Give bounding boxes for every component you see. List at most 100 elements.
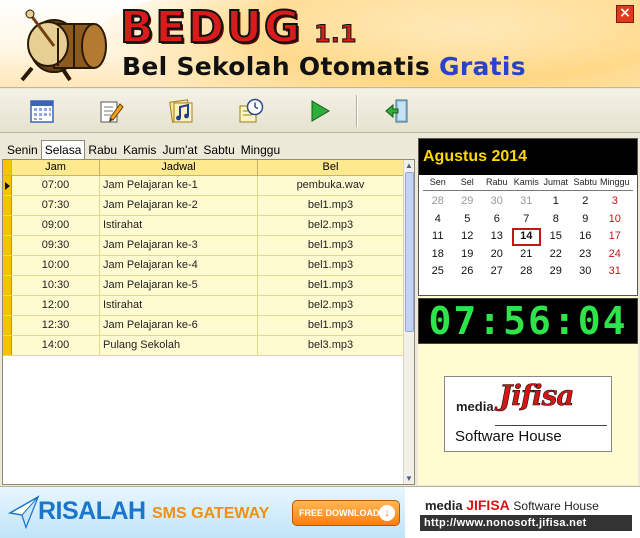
cell-bel[interactable]: bel1.mp3 xyxy=(258,236,404,255)
calendar-day[interactable]: 9 xyxy=(571,211,601,229)
calendar-button[interactable] xyxy=(27,96,57,126)
calendar-day[interactable]: 30 xyxy=(482,193,512,211)
col-header-jadwal[interactable]: Jadwal xyxy=(100,160,258,175)
cell-bel[interactable]: bel3.mp3 xyxy=(258,336,404,355)
table-row[interactable]: 07:30 Jam Pelajaran ke-2 bel1.mp3 xyxy=(3,196,404,216)
company-ad[interactable]: media JIFISA Software House http://www.n… xyxy=(405,487,640,538)
cell-jadwal[interactable]: Jam Pelajaran ke-5 xyxy=(100,276,258,295)
cell-bel[interactable]: bel1.mp3 xyxy=(258,276,404,295)
calendar-day[interactable]: 29 xyxy=(453,193,483,211)
calendar-day[interactable]: 16 xyxy=(571,228,601,246)
cell-jam[interactable]: 09:30 xyxy=(12,236,100,255)
table-row[interactable]: 09:00 Istirahat bel2.mp3 xyxy=(3,216,404,236)
calendar-day[interactable]: 25 xyxy=(423,263,453,281)
cell-jadwal[interactable]: Jam Pelajaran ke-4 xyxy=(100,256,258,275)
cell-jadwal[interactable]: Istirahat xyxy=(100,216,258,235)
calendar-day[interactable]: 6 xyxy=(482,211,512,229)
table-row[interactable]: 12:00 Istirahat bel2.mp3 xyxy=(3,296,404,316)
cell-jam[interactable]: 10:30 xyxy=(12,276,100,295)
cell-jadwal[interactable]: Jam Pelajaran ke-3 xyxy=(100,236,258,255)
calendar-day[interactable]: 10 xyxy=(600,211,630,229)
calendar-day[interactable]: 28 xyxy=(423,193,453,211)
table-row[interactable]: 14:00 Pulang Sekolah bel3.mp3 xyxy=(3,336,404,356)
calendar-day[interactable]: 11 xyxy=(423,228,453,246)
calendar-day[interactable]: 1 xyxy=(541,193,571,211)
free-download-button[interactable]: FREE DOWNLOAD ↓ xyxy=(292,500,400,526)
calendar-day[interactable]: 3 xyxy=(600,193,630,211)
table-row[interactable]: 09:30 Jam Pelajaran ke-3 bel1.mp3 xyxy=(3,236,404,256)
cell-bel[interactable]: bel2.mp3 xyxy=(258,296,404,315)
calendar-day[interactable]: 13 xyxy=(482,228,512,246)
cell-jadwal[interactable]: Jam Pelajaran ke-2 xyxy=(100,196,258,215)
tab-senin[interactable]: Senin xyxy=(4,141,41,159)
calendar-day[interactable]: 20 xyxy=(482,246,512,264)
col-header-bel[interactable]: Bel xyxy=(258,160,404,175)
calendar-day[interactable]: 15 xyxy=(541,228,571,246)
cell-jadwal[interactable]: Jam Pelajaran ke-6 xyxy=(100,316,258,335)
cell-bel[interactable]: bel1.mp3 xyxy=(258,256,404,275)
calendar-day[interactable]: 31 xyxy=(512,193,542,211)
cell-jam[interactable]: 09:00 xyxy=(12,216,100,235)
calendar-day[interactable]: 17 xyxy=(600,228,630,246)
calendar-day[interactable]: 24 xyxy=(600,246,630,264)
edit-button[interactable] xyxy=(96,96,126,126)
toolbar xyxy=(0,89,640,133)
scroll-thumb[interactable] xyxy=(405,172,414,332)
cell-jadwal[interactable]: Pulang Sekolah xyxy=(100,336,258,355)
calendar-day[interactable]: 7 xyxy=(512,211,542,229)
col-header-jam[interactable]: Jam xyxy=(12,160,100,175)
calendar-day[interactable]: 22 xyxy=(541,246,571,264)
table-row[interactable]: 12:30 Jam Pelajaran ke-6 bel1.mp3 xyxy=(3,316,404,336)
cell-jam[interactable]: 12:30 xyxy=(12,316,100,335)
cell-jam[interactable]: 07:30 xyxy=(12,196,100,215)
calendar-day[interactable]: 31 xyxy=(600,263,630,281)
calendar-day[interactable]: 29 xyxy=(541,263,571,281)
tab-rabu[interactable]: Rabu xyxy=(85,141,120,159)
tab-kamis[interactable]: Kamis xyxy=(120,141,159,159)
table-row[interactable]: 07:00 Jam Pelajaran ke-1 pembuka.wav xyxy=(3,176,404,196)
tab-selasa[interactable]: Selasa xyxy=(40,140,86,159)
table-row[interactable]: 10:00 Jam Pelajaran ke-4 bel1.mp3 xyxy=(3,256,404,276)
exit-button[interactable] xyxy=(382,96,412,126)
cell-bel[interactable]: bel1.mp3 xyxy=(258,196,404,215)
calendar-day[interactable]: 19 xyxy=(453,246,483,264)
cell-bel[interactable]: pembuka.wav xyxy=(258,176,404,195)
cell-jam[interactable]: 14:00 xyxy=(12,336,100,355)
calendar-day[interactable]: 23 xyxy=(571,246,601,264)
close-button[interactable]: × xyxy=(616,5,634,23)
company-url[interactable]: http://www.nonosoft.jifisa.net xyxy=(420,515,632,531)
calendar-day[interactable]: 18 xyxy=(423,246,453,264)
calendar-day[interactable]: 12 xyxy=(453,228,483,246)
calendar-day-today[interactable]: 14 xyxy=(511,228,541,246)
cell-bel[interactable]: bel2.mp3 xyxy=(258,216,404,235)
cell-jam[interactable]: 12:00 xyxy=(12,296,100,315)
scroll-down-icon[interactable]: ▼ xyxy=(404,473,414,484)
music-button[interactable] xyxy=(166,96,196,126)
tab-minggu[interactable]: Minggu xyxy=(238,141,283,159)
calendar-day[interactable]: 2 xyxy=(571,193,601,211)
calendar-day[interactable]: 30 xyxy=(571,263,601,281)
cell-jadwal[interactable]: Istirahat xyxy=(100,296,258,315)
cell-bel[interactable]: bel1.mp3 xyxy=(258,316,404,335)
cell-jam[interactable]: 10:00 xyxy=(12,256,100,275)
cell-jam[interactable]: 07:00 xyxy=(12,176,100,195)
schedule-button[interactable] xyxy=(236,96,266,126)
tab-sabtu[interactable]: Sabtu xyxy=(200,141,237,159)
calendar-month-title[interactable]: Agustus 2014 xyxy=(419,139,637,175)
calendar-day[interactable]: 8 xyxy=(541,211,571,229)
calendar-day[interactable]: 28 xyxy=(512,263,542,281)
tab-jumat[interactable]: Jum'at xyxy=(159,141,200,159)
calendar-day[interactable]: 5 xyxy=(453,211,483,229)
scroll-up-icon[interactable]: ▲ xyxy=(404,160,414,171)
grid-scrollbar[interactable]: ▲ ▼ xyxy=(403,160,414,484)
calendar-day[interactable]: 21 xyxy=(512,246,542,264)
play-button[interactable] xyxy=(304,96,334,126)
table-row[interactable]: 10:30 Jam Pelajaran ke-5 bel1.mp3 xyxy=(3,276,404,296)
jifisa-logo[interactable]: media Jifisa Software House xyxy=(444,376,612,452)
cell-jadwal[interactable]: Jam Pelajaran ke-1 xyxy=(100,176,258,195)
calendar-day[interactable]: 27 xyxy=(482,263,512,281)
ad-banner[interactable]: RISALAH SMS GATEWAY FREE DOWNLOAD ↓ medi… xyxy=(0,486,640,538)
calendar-day[interactable]: 4 xyxy=(423,211,453,229)
risalah-ad[interactable]: RISALAH SMS GATEWAY FREE DOWNLOAD ↓ xyxy=(0,487,405,538)
calendar-day[interactable]: 26 xyxy=(453,263,483,281)
